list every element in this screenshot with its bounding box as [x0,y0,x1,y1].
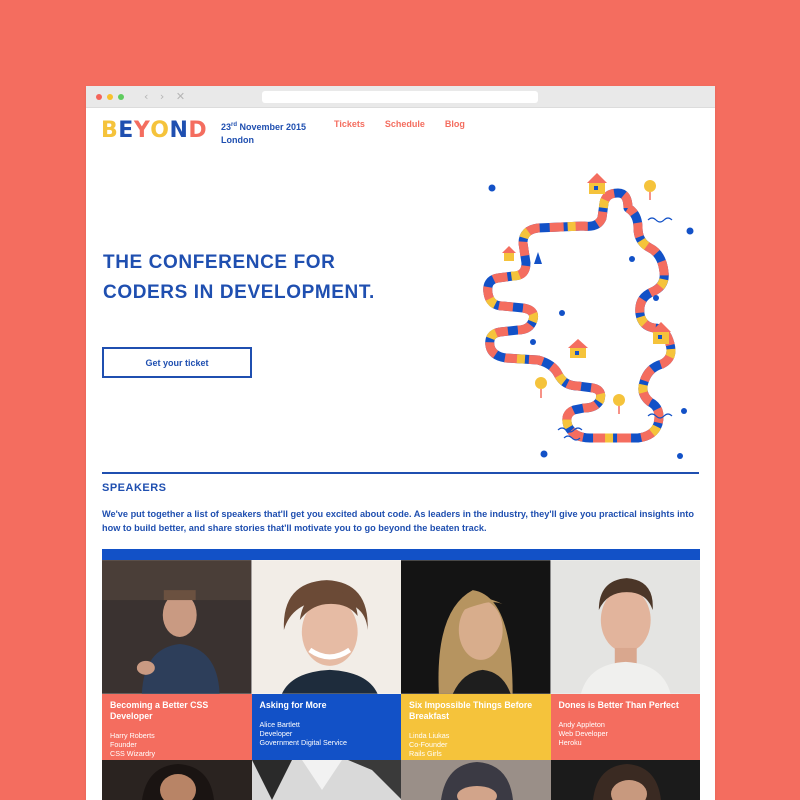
speaker-photo [251,560,401,694]
speaker-role: Developer [259,729,293,738]
back-arrow-icon[interactable]: ‹ [144,90,151,103]
date-rest: November 2015 [237,122,307,132]
event-date: 23rd November 2015 London [221,119,306,147]
speaker-role: Co-Founder [409,740,448,749]
speaker-photo[interactable] [401,760,551,800]
house-icon [568,339,588,358]
speaker-name: Andy Appleton [558,720,605,729]
talk-title: Six Impossible Things Before Breakfast [409,700,533,721]
speaker-name: Alice Bartlett [259,720,300,729]
headline-line-1: THE CONFERENCE FOR [103,252,336,273]
speaker-card[interactable]: Asking for More Alice Bartlett Developer… [251,560,401,760]
speakers-bar [102,549,700,560]
logo-letter: O [150,118,170,143]
speaker-company: Government Digital Service [259,738,347,747]
section-divider [102,472,699,474]
speaker-name: Harry Roberts [110,731,155,740]
close-icon[interactable]: ✕ [176,90,188,103]
speaker-company: CSS Wizardry [110,749,156,758]
logo-letter: Y [133,118,151,143]
speaker-photo[interactable] [102,760,252,800]
speaker-card[interactable]: Six Impossible Things Before Breakfast L… [401,560,551,760]
browser-window: ‹ › ✕ BEYOND 23rd November 2015 London T… [86,86,715,800]
speaker-caption: Asking for More Alice Bartlett Developer… [251,694,401,760]
speaker-caption: Six Impossible Things Before Breakfast L… [401,694,551,760]
nav-blog[interactable]: Blog [445,119,465,129]
talk-title: Becoming a Better CSS Developer [110,700,209,721]
speaker-photo[interactable] [550,760,700,800]
logo-letter: E [118,118,134,143]
speaker-photo [401,560,551,694]
speaker-caption: Dones is Better Than Perfect Andy Applet… [550,694,700,760]
speaker-photo [102,560,252,694]
talk-title: Dones is Better Than Perfect [558,700,679,710]
speaker-photo [550,560,700,694]
browser-nav-icons: ‹ › ✕ [144,90,190,103]
talk-title: Asking for More [259,700,327,710]
nav-schedule[interactable]: Schedule [385,119,425,129]
road-illustration [483,173,694,459]
house-icon [502,246,516,261]
page-content: BEYOND 23rd November 2015 London Tickets… [86,108,715,800]
logo-letter: D [188,118,208,143]
speaker-photo[interactable] [251,760,401,800]
speaker-role: Web Developer [558,729,608,738]
browser-chrome: ‹ › ✕ [86,86,715,108]
tree-icon [534,252,542,264]
date-day: 23 [221,122,232,132]
speaker-card[interactable]: Dones is Better Than Perfect Andy Applet… [550,560,700,760]
beyond-logo[interactable]: BEYOND [101,120,207,142]
speakers-heading: SPEAKERS [102,482,167,494]
speakers-row-2 [102,760,700,800]
speaker-company: Rails Girls [409,749,442,758]
minimize-window-dot[interactable] [107,94,113,100]
headline-line-2: CODERS IN DEVELOPMENT. [103,282,375,303]
address-bar[interactable] [262,91,538,103]
logo-letter: B [101,118,119,143]
speakers-description: We've put together a list of speakers th… [102,509,694,533]
get-ticket-button[interactable]: Get your ticket [102,347,252,378]
speaker-name: Linda Liukas [409,731,450,740]
logo-letter: N [169,118,189,143]
speaker-company: Heroku [558,738,582,747]
speaker-card[interactable]: Becoming a Better CSS Developer Harry Ro… [102,560,252,760]
hero-headline: THE CONFERENCE FOR CODERS IN DEVELOPMENT… [103,248,403,308]
speaker-caption: Becoming a Better CSS Developer Harry Ro… [102,694,252,760]
forward-arrow-icon[interactable]: › [160,90,167,103]
nav-tickets[interactable]: Tickets [334,119,365,129]
speakers-grid: Becoming a Better CSS Developer Harry Ro… [102,560,700,760]
event-location: London [221,135,254,145]
close-window-dot[interactable] [96,94,102,100]
speaker-role: Founder [110,740,137,749]
top-nav: Tickets Schedule Blog [334,119,465,129]
maximize-window-dot[interactable] [118,94,124,100]
house-icon [587,173,607,194]
